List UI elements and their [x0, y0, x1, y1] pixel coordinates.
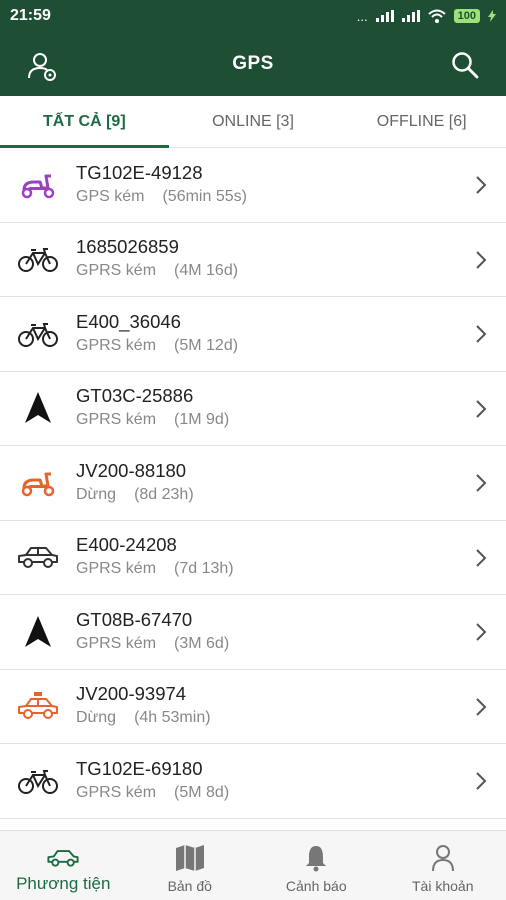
- vehicle-row[interactable]: JV200-93974 Dừng (4h 53min): [0, 670, 506, 744]
- vehicle-status: Dừng: [76, 709, 117, 727]
- status-time: 21:59: [10, 7, 51, 24]
- vehicle-status: GPRS kém: [76, 560, 157, 578]
- chevron-right-icon: [476, 399, 487, 418]
- vehicle-duration: (5M 12d): [174, 336, 239, 354]
- vehicle-status: GPRS kém: [76, 783, 157, 801]
- vehicle-list: TG102E-49128 GPS kém (56min 55s) 168502685…: [0, 148, 506, 819]
- chevron-right-icon: [476, 697, 487, 716]
- vehicle-duration: (56min 55s): [162, 187, 247, 205]
- nav-label: Phương tiện: [16, 874, 111, 893]
- chevron-right-icon: [476, 623, 487, 641]
- nav-label: Tài khoản: [412, 878, 474, 894]
- bicycle-icon: [18, 769, 58, 794]
- nav-label: Bản đồ: [167, 878, 212, 894]
- vehicle-row[interactable]: TG102E-49128 GPS kém (56min 55s): [0, 148, 506, 223]
- status-bar: 21:59 ... 100: [0, 0, 506, 32]
- vehicle-duration: (4h 53min): [134, 709, 211, 727]
- vehicle-status: Dừng: [76, 485, 117, 503]
- vehicle-status: GPRS kém: [76, 262, 157, 280]
- tab-all[interactable]: TẤT CẢ [9]: [0, 96, 169, 148]
- chevron-right-icon: [476, 772, 487, 790]
- tab-offline[interactable]: OFFLINE [6]: [337, 96, 506, 147]
- chevron-right-icon: [476, 250, 487, 269]
- vehicle-name: E400-24208: [76, 534, 177, 556]
- wifi-icon: [427, 9, 446, 23]
- bottom-navigation: Phương tiện Bản đồ Cảnh báo Tài khoản: [0, 830, 506, 900]
- chevron-right-icon: [476, 176, 487, 194]
- vehicle-row[interactable]: TG102E-69180 GPRS kém (5M 8d): [0, 744, 506, 819]
- tab-online[interactable]: ONLINE [3]: [169, 96, 338, 147]
- vehicle-name: TG102E-69180: [76, 757, 203, 779]
- car-icon: [18, 547, 58, 569]
- vehicle-row[interactable]: GT03C-25886 GPRS kém (1M 9d): [0, 372, 506, 446]
- app-bar: GPS: [0, 32, 506, 96]
- bicycle-icon: [18, 248, 58, 273]
- navigation-arrow-icon: [25, 392, 51, 424]
- vehicle-row[interactable]: E400_36046 GPRS kém (5M 12d): [0, 297, 506, 372]
- vehicle-row[interactable]: GT08B-67470 GPRS kém (3M 6d): [0, 595, 506, 670]
- user-location-icon[interactable]: [26, 50, 58, 82]
- vehicle-duration: (1M 9d): [174, 411, 230, 429]
- search-icon[interactable]: [450, 50, 480, 80]
- vehicle-row[interactable]: 1685026859 GPRS kém (4M 16d): [0, 223, 506, 297]
- charging-icon: [488, 10, 496, 22]
- vehicle-name: TG102E-49128: [76, 161, 203, 183]
- vehicle-status: GPRS kém: [76, 336, 157, 354]
- vehicle-name: JV200-88180: [76, 459, 187, 481]
- taxi-icon: [18, 692, 58, 720]
- battery-icon: 100: [453, 9, 480, 23]
- vehicle-status: GPRS kém: [76, 411, 157, 429]
- scooter-icon: [21, 174, 55, 198]
- vehicle-name: JV200-93974: [76, 683, 187, 705]
- vehicle-name: E400_36046: [76, 310, 181, 332]
- page-title: GPS: [232, 53, 274, 74]
- chevron-right-icon: [476, 325, 487, 343]
- nav-vehicles[interactable]: Phương tiện: [0, 831, 127, 900]
- car-icon: [47, 850, 79, 867]
- vehicle-name: 1685026859: [76, 236, 179, 258]
- vehicle-duration: (7d 13h): [174, 560, 234, 578]
- vehicle-duration: (5M 8d): [174, 783, 230, 801]
- nav-alerts[interactable]: Cảnh báo: [253, 831, 380, 900]
- navigation-arrow-icon: [25, 615, 51, 647]
- person-icon: [431, 845, 454, 872]
- vehicle-row[interactable]: E400-24208 GPRS kém (7d 13h): [0, 521, 506, 595]
- signal-icon-2: [401, 10, 420, 22]
- chevron-right-icon: [476, 474, 487, 492]
- bell-icon: [306, 846, 327, 872]
- nav-map[interactable]: Bản đồ: [127, 831, 254, 900]
- status-icons: ... 100: [357, 9, 496, 24]
- vehicle-name: GT08B-67470: [76, 608, 193, 630]
- bicycle-icon: [18, 322, 58, 347]
- vehicle-status: GPS kém: [76, 187, 145, 205]
- filter-tabs: TẤT CẢ [9] ONLINE [3] OFFLINE [6]: [0, 96, 506, 148]
- nav-label: Cảnh báo: [285, 878, 347, 894]
- chevron-right-icon: [476, 548, 487, 567]
- vehicle-duration: (4M 16d): [174, 262, 239, 280]
- vehicle-status: GPRS kém: [76, 634, 157, 652]
- vehicle-duration: (8d 23h): [134, 485, 194, 503]
- nav-account[interactable]: Tài khoản: [380, 831, 506, 900]
- vehicle-duration: (3M 6d): [174, 634, 230, 652]
- vehicle-row[interactable]: JV200-88180 Dừng (8d 23h): [0, 446, 506, 521]
- signal-dots: ...: [356, 8, 368, 24]
- map-icon: [175, 845, 204, 871]
- vehicle-name: GT03C-25886: [76, 385, 194, 407]
- signal-icon: [375, 10, 394, 22]
- scooter-icon: [21, 472, 55, 496]
